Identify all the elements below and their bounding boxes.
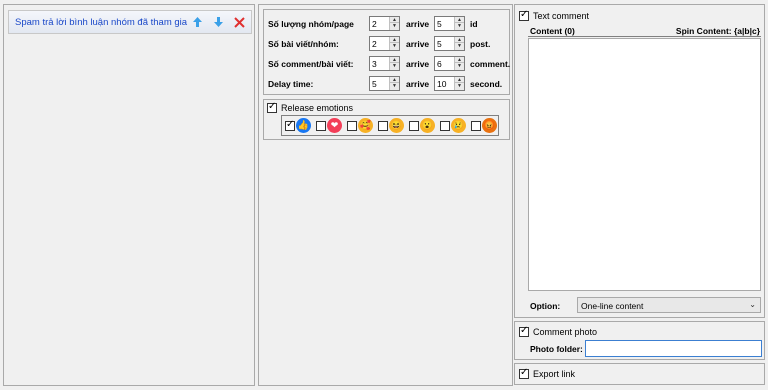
angry-checkbox[interactable] [471,121,481,131]
photo-folder-input[interactable] [585,340,762,357]
setting-row-posts: Số bài viết/nhóm: 2 ▲ ▼ arrive 5 ▲ ▼ post. [264,36,509,52]
task-list-panel: Spam trả lời bình luận nhóm đã tham gia [3,4,255,386]
text-comment-label: Text comment [533,11,590,21]
emotions-box: Release emotions 👍 ❤ 🥰 😆 😮 😢 😡 [263,99,510,140]
max-comments-stepper[interactable]: 6 ▲ ▼ [434,56,465,71]
haha-icon[interactable]: 😆 [389,118,404,133]
max-delay-stepper[interactable]: 10 ▲ ▼ [434,76,465,91]
comment-photo-label: Comment photo [533,327,598,337]
sad-icon[interactable]: 😢 [451,118,466,133]
min-posts-stepper[interactable]: 2 ▲ ▼ [369,36,400,51]
stepper-down-icon[interactable]: ▼ [390,63,399,69]
stepper-value: 10 [437,79,447,89]
header-divider [528,36,761,37]
setting-label: Delay time: [268,79,314,89]
stepper-value: 2 [372,19,377,29]
export-link-checkbox[interactable] [519,367,529,379]
like-checkbox[interactable] [285,119,295,131]
setting-label: Số lượng nhóm/page [268,19,354,29]
content-textarea[interactable] [528,38,761,291]
settings-panel: Số lượng nhóm/page 2 ▲ ▼ arrive 5 ▲ ▼ id S… [258,4,513,386]
setting-label: Số bài viết/nhóm: [268,39,339,49]
max-posts-stepper[interactable]: 5 ▲ ▼ [434,36,465,51]
unit-label: comment. [470,59,511,69]
setting-row-groups: Số lượng nhóm/page 2 ▲ ▼ arrive 5 ▲ ▼ id [264,16,509,32]
love-checkbox[interactable] [316,121,326,131]
min-groups-stepper[interactable]: 2 ▲ ▼ [369,16,400,31]
arrow-up-icon[interactable] [188,13,206,31]
spin-content-header: Spin Content: {a|b|c} [675,26,760,36]
text-comment-checkbox[interactable] [519,9,529,21]
stepper-value: 5 [372,79,377,89]
like-icon[interactable]: 👍 [296,118,311,133]
setting-label: Số comment/bài viết: [268,59,354,69]
unit-label: second. [470,79,503,89]
stepper-down-icon[interactable]: ▼ [455,63,464,69]
stepper-down-icon[interactable]: ▼ [455,43,464,49]
release-emotions-label: Release emotions [281,103,354,113]
settings-box: Số lượng nhóm/page 2 ▲ ▼ arrive 5 ▲ ▼ id S… [263,9,510,95]
love-icon[interactable]: ❤ [327,118,342,133]
haha-checkbox[interactable] [378,121,388,131]
stepper-down-icon[interactable]: ▼ [390,43,399,49]
min-delay-stepper[interactable]: 5 ▲ ▼ [369,76,400,91]
setting-row-delay: Delay time: 5 ▲ ▼ arrive 10 ▲ ▼ second. [264,76,509,92]
option-select[interactable]: One-line content ⌄ [577,297,761,313]
unit-label: post. [470,39,491,49]
release-emotions-checkbox[interactable] [267,101,277,113]
stepper-value: 6 [437,59,442,69]
max-groups-stepper[interactable]: 5 ▲ ▼ [434,16,465,31]
comment-photo-checkbox[interactable] [519,325,529,337]
option-selected-value: One-line content [581,301,644,311]
stepper-value: 5 [437,39,442,49]
arrive-label: arrive [406,19,430,29]
min-comments-stepper[interactable]: 3 ▲ ▼ [369,56,400,71]
arrive-label: arrive [406,39,430,49]
task-title: Spam trả lời bình luận nhóm đã tham gia [15,16,188,28]
setting-row-comments: Số comment/bài viết: 3 ▲ ▼ arrive 6 ▲ ▼ co… [264,56,511,72]
arrow-down-icon[interactable] [209,13,227,31]
stepper-value: 2 [372,39,377,49]
close-icon[interactable] [230,13,248,31]
chevron-down-icon: ⌄ [749,300,756,309]
stepper-value: 5 [437,19,442,29]
photo-folder-label: Photo folder: [530,344,583,354]
sad-checkbox[interactable] [440,121,450,131]
comment-photo-box: Comment photo Photo folder: [514,321,765,360]
arrive-label: arrive [406,59,430,69]
export-link-label: Export link [533,369,576,379]
comment-options-column: Text comment Content (0) Spin Content: {… [514,4,765,386]
content-count-header: Content (0) [530,26,575,36]
wow-icon[interactable]: 😮 [420,118,435,133]
stepper-down-icon[interactable]: ▼ [455,23,464,29]
stepper-value: 3 [372,59,377,69]
arrive-label: arrive [406,79,430,89]
angry-icon[interactable]: 😡 [482,118,497,133]
option-label: Option: [530,301,561,311]
care-icon[interactable]: 🥰 [358,118,373,133]
stepper-down-icon[interactable]: ▼ [390,83,399,89]
stepper-down-icon[interactable]: ▼ [390,23,399,29]
text-comment-box: Text comment Content (0) Spin Content: {… [514,4,765,318]
care-checkbox[interactable] [347,121,357,131]
unit-label: id [470,19,478,29]
wow-checkbox[interactable] [409,121,419,131]
stepper-down-icon[interactable]: ▼ [455,83,464,89]
emotion-picker: 👍 ❤ 🥰 😆 😮 😢 😡 [281,115,499,136]
task-item[interactable]: Spam trả lời bình luận nhóm đã tham gia [8,10,252,34]
export-link-box: Export link [514,363,765,385]
